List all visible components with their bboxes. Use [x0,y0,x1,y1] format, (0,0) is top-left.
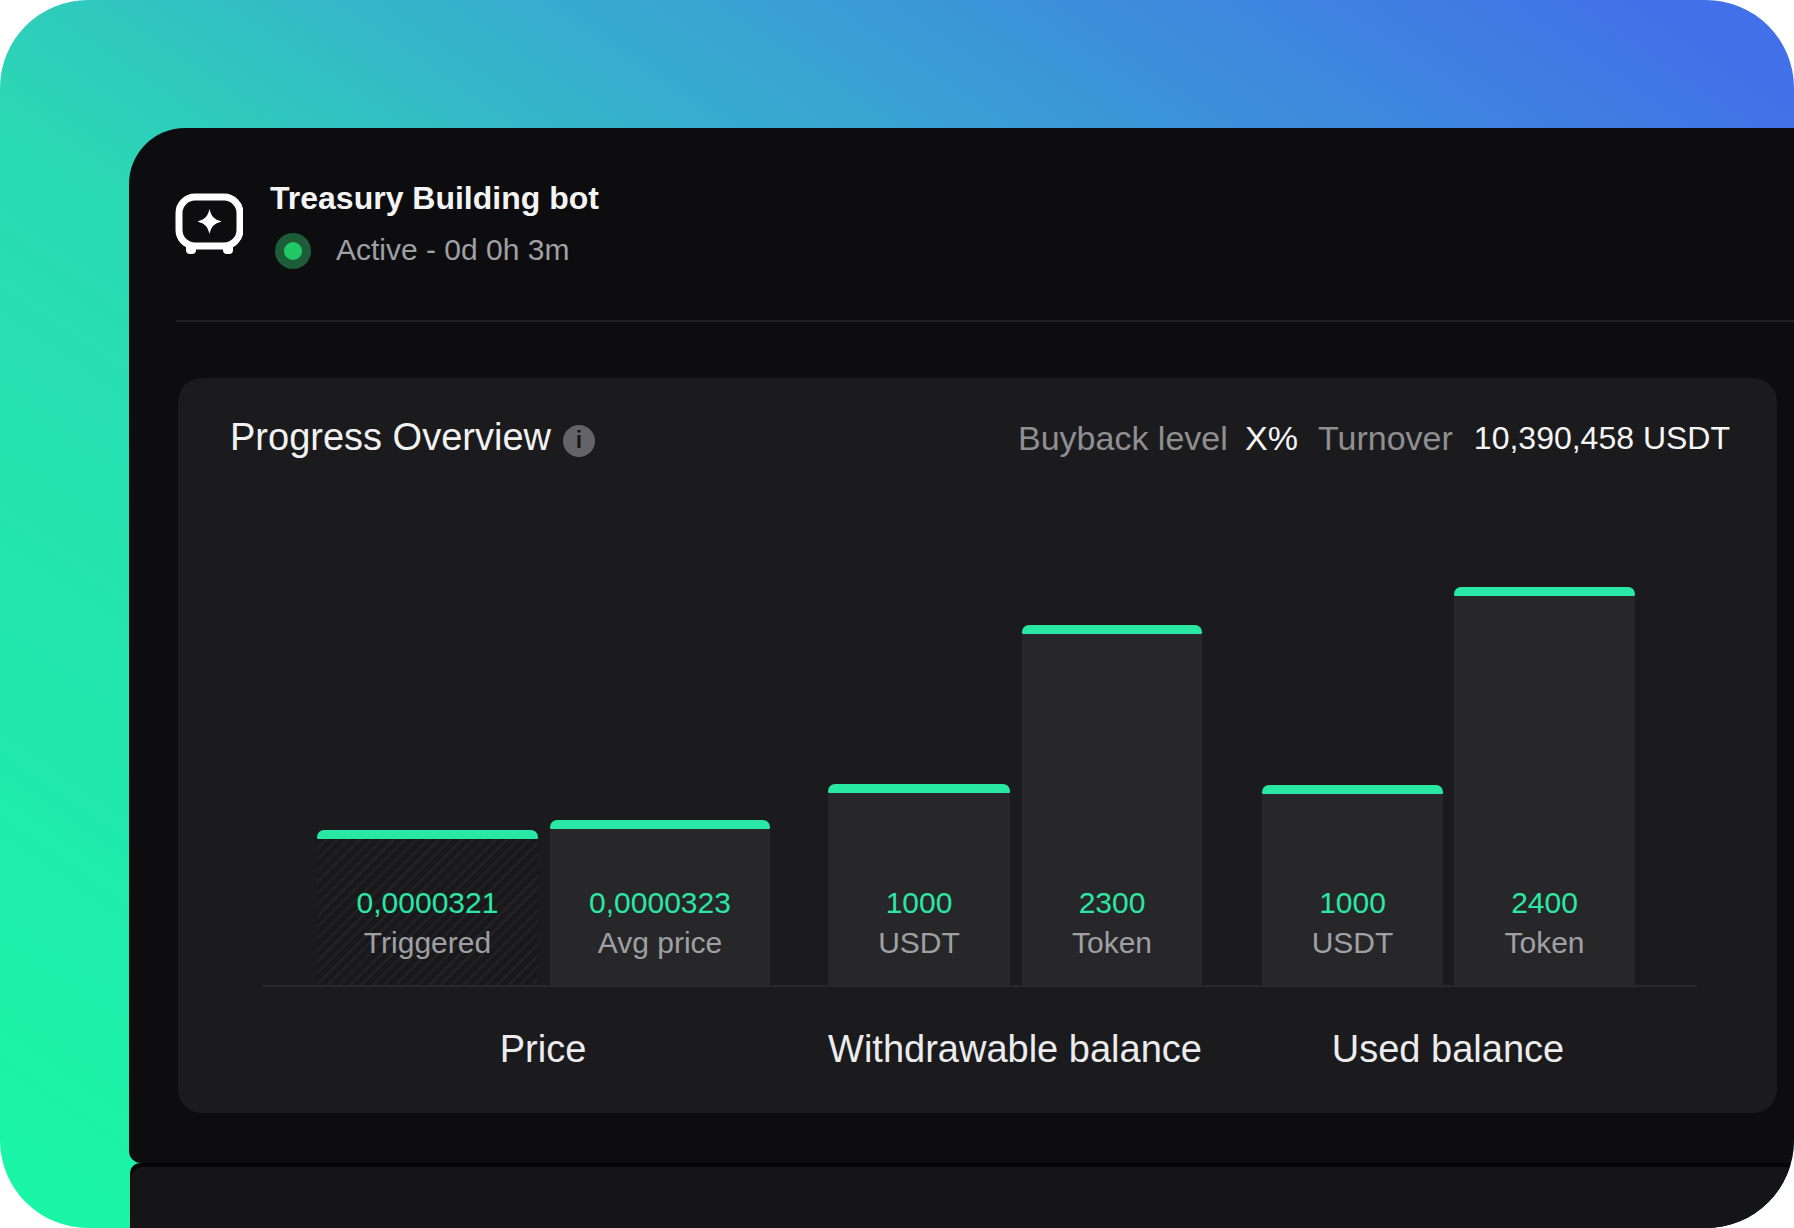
buyback-level-label: Buyback level [1018,421,1228,455]
status-text: Active - 0d 0h 3m [336,235,569,265]
bar-label: Avg price [550,928,770,958]
bar-label: USDT [828,928,1010,958]
chart-baseline [262,985,1697,987]
turnover-label: Turnover [1318,421,1453,455]
bar-value: 2300 [1022,888,1202,918]
bar-label: USDT [1262,928,1443,958]
bar-value: 0,0000321 [317,888,538,918]
window-title: Treasury Building bot [270,182,599,214]
background-window-edge [131,1167,1794,1228]
bar-value: 2400 [1454,888,1635,918]
header-divider [176,320,1794,322]
gradient-backdrop: Treasury Building bot Active - 0d 0h 3m … [0,0,1794,1228]
treasury-safe-icon [175,190,243,258]
buyback-level-value: X% [1245,421,1298,455]
group-label-used: Used balance [1198,1030,1698,1068]
group-label-price: Price [293,1030,793,1068]
progress-overview-title: Progress Overview [230,418,551,456]
bar-value: 0,0000323 [550,888,770,918]
group-label-withdrawable: Withdrawable balance [765,1030,1265,1068]
bar-label: Token [1022,928,1202,958]
active-status-dot [275,233,311,269]
bar-value: 1000 [1262,888,1443,918]
turnover-value: 10,390,458 USDT [1474,422,1730,454]
info-icon[interactable]: i [563,425,595,457]
bar-value: 1000 [828,888,1010,918]
bar-label: Token [1454,928,1635,958]
active-status-dot-core [284,242,302,260]
bar-label: Triggered [317,928,538,958]
